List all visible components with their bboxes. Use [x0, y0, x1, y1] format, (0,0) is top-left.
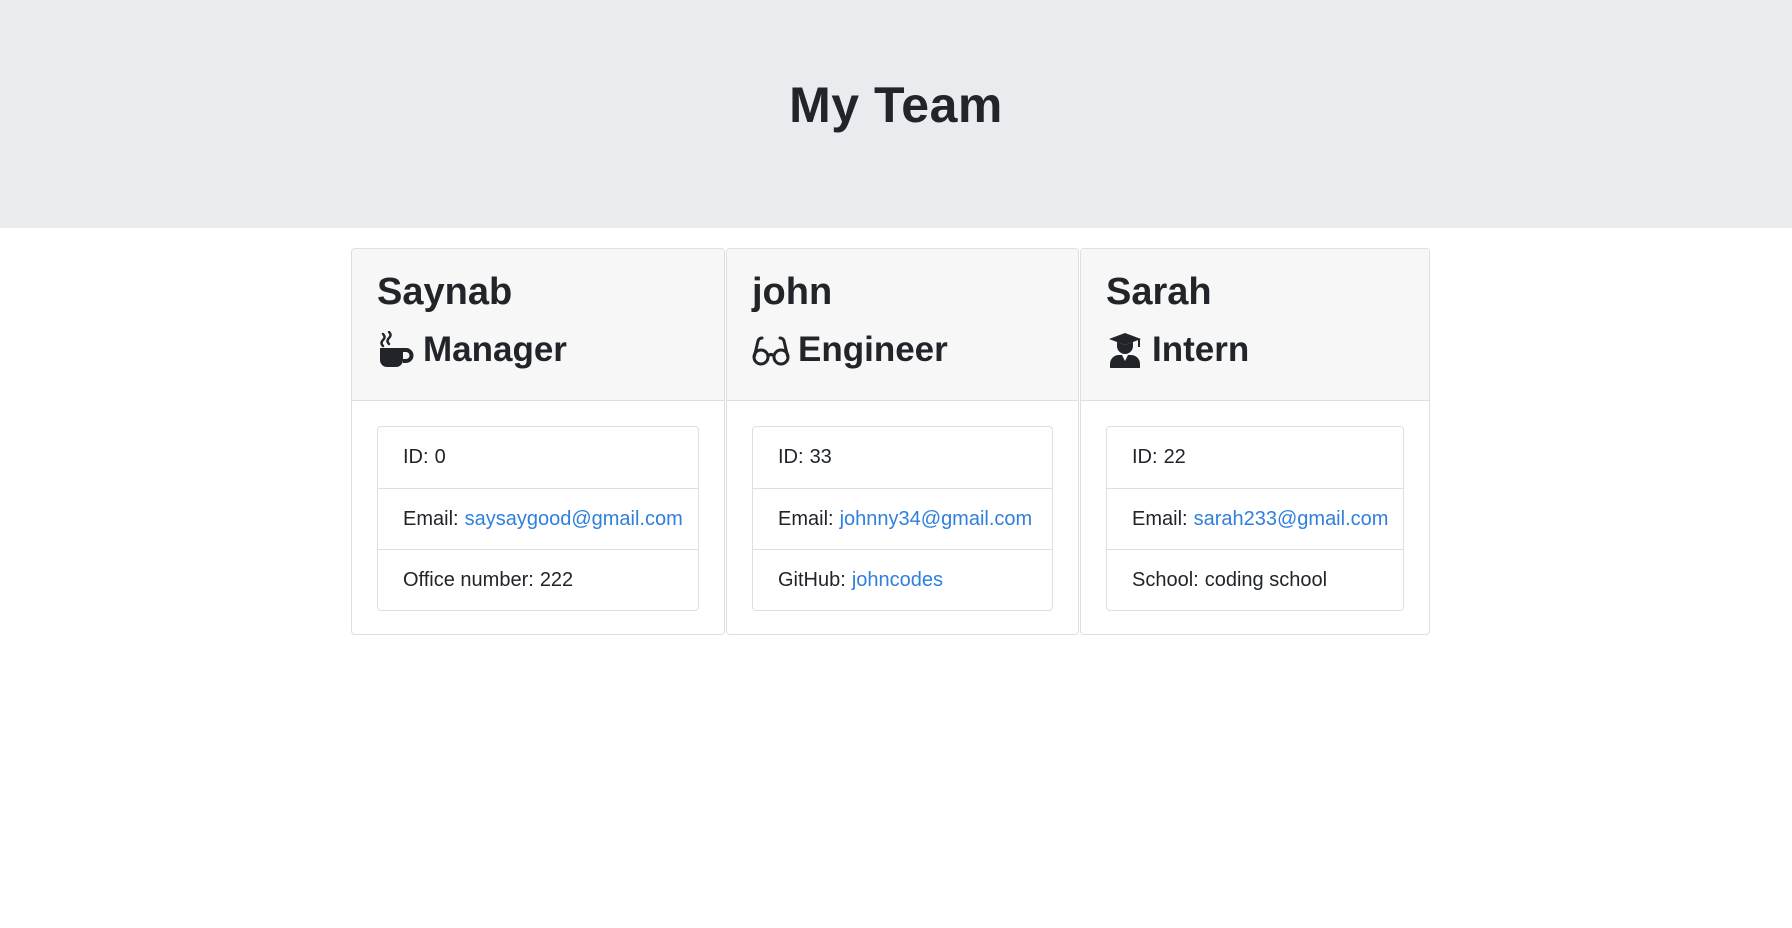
card-body: ID: 33 Email: johnny34@gmail.com GitHub:…: [727, 401, 1078, 634]
id-label: ID:: [403, 446, 429, 468]
employee-email: Email: johnny34@gmail.com: [753, 488, 1052, 549]
id-value: 33: [809, 446, 832, 468]
employee-id: ID: 22: [1107, 427, 1403, 488]
office-number-value: 222: [539, 568, 574, 591]
id-label: ID:: [1132, 446, 1158, 468]
employee-role-label: Manager: [423, 330, 567, 369]
page-title: My Team: [789, 77, 1003, 133]
employee-card-intern: Sarah Intern ID: 22 Email: sarah233@gmai…: [1080, 248, 1430, 635]
employee-name: Sarah: [1106, 271, 1212, 313]
employee-github: GitHub: johncodes: [753, 549, 1052, 610]
card-body: ID: 22 Email: sarah233@gmail.com School:…: [1081, 401, 1429, 634]
coffee-mug-icon: [377, 331, 415, 369]
employee-details: ID: 22 Email: sarah233@gmail.com School:…: [1106, 426, 1404, 611]
employee-role: Intern: [1106, 329, 1404, 371]
card-body: ID: 0 Email: saysaygood@gmail.com Office…: [352, 401, 724, 634]
glasses-icon: [752, 331, 790, 369]
employee-name: Saynab: [377, 271, 513, 313]
employee-school: School: coding school: [1107, 549, 1403, 610]
employee-role: Engineer: [752, 329, 1053, 371]
office-number-label: Office number:: [403, 568, 534, 591]
id-label: ID:: [778, 446, 804, 468]
card-header: Saynab Manager: [352, 249, 724, 401]
employee-card-engineer: john Engineer ID: 33 Email: johnny34@gma…: [726, 248, 1079, 635]
employee-id: ID: 33: [753, 427, 1052, 488]
email-link[interactable]: saysaygood@gmail.com: [465, 508, 683, 531]
team-cards: Saynab Manager ID: 0 Email: saysaygood@g…: [351, 248, 1430, 635]
employee-id: ID: 0: [378, 427, 698, 488]
employee-office-number: Office number: 222: [378, 549, 698, 610]
employee-role: Manager: [377, 329, 699, 371]
card-header: Sarah Intern: [1081, 249, 1429, 401]
employee-details: ID: 0 Email: saysaygood@gmail.com Office…: [377, 426, 699, 611]
email-label: Email:: [403, 507, 459, 530]
email-link[interactable]: johnny34@gmail.com: [840, 508, 1033, 531]
card-header: john Engineer: [727, 249, 1078, 401]
employee-role-label: Intern: [1152, 330, 1250, 369]
graduate-icon: [1106, 331, 1144, 369]
school-value: coding school: [1204, 568, 1328, 591]
page-header: My Team: [0, 0, 1792, 228]
employee-email: Email: sarah233@gmail.com: [1107, 488, 1403, 549]
school-label: School:: [1132, 568, 1199, 591]
email-link[interactable]: sarah233@gmail.com: [1194, 508, 1389, 531]
employee-card-manager: Saynab Manager ID: 0 Email: saysaygood@g…: [351, 248, 725, 635]
id-value: 22: [1163, 446, 1186, 468]
github-label: GitHub:: [778, 568, 846, 591]
employee-role-label: Engineer: [798, 330, 948, 369]
employee-name: john: [752, 271, 833, 313]
employee-details: ID: 33 Email: johnny34@gmail.com GitHub:…: [752, 426, 1053, 611]
email-label: Email:: [1132, 507, 1188, 530]
email-label: Email:: [778, 507, 834, 530]
employee-email: Email: saysaygood@gmail.com: [378, 488, 698, 549]
id-value: 0: [434, 446, 446, 468]
github-link[interactable]: johncodes: [852, 569, 943, 592]
